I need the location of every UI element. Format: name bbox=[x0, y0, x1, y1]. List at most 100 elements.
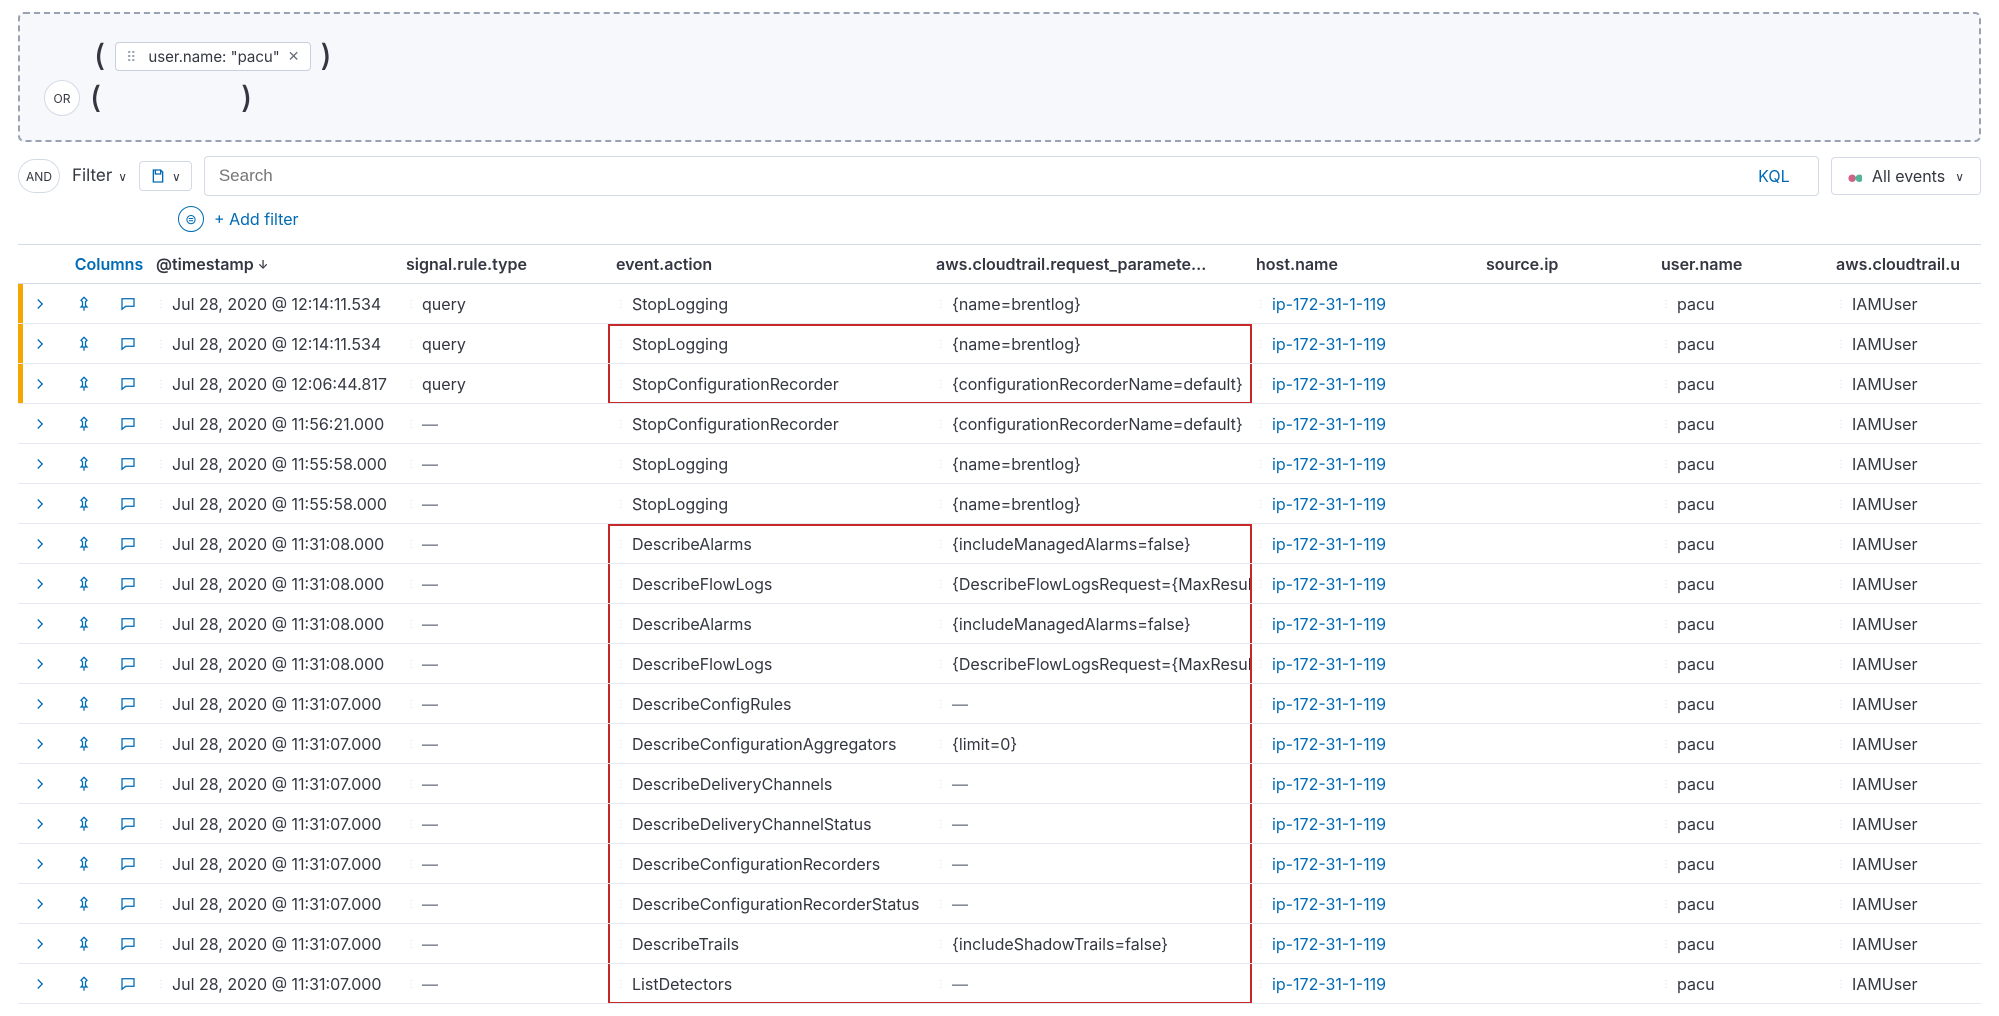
col-signal-rule-type[interactable]: signal.rule.type bbox=[400, 246, 610, 282]
drag-handle-icon[interactable] bbox=[156, 618, 166, 630]
drag-handle-icon[interactable] bbox=[1256, 618, 1266, 630]
drag-handle-icon[interactable] bbox=[616, 458, 626, 470]
drag-handle-icon[interactable] bbox=[406, 698, 416, 710]
drag-handle-icon[interactable] bbox=[156, 498, 166, 510]
and-operator-button[interactable]: AND bbox=[18, 159, 60, 193]
drag-handle-icon[interactable] bbox=[936, 378, 946, 390]
drag-handle-icon[interactable] bbox=[1836, 698, 1846, 710]
pin-icon[interactable] bbox=[75, 375, 93, 393]
expand-row-icon[interactable] bbox=[31, 455, 49, 473]
col-event-action[interactable]: event.action bbox=[610, 246, 930, 282]
note-icon[interactable] bbox=[119, 615, 137, 633]
drag-handle-icon[interactable] bbox=[406, 298, 416, 310]
drag-handle-icon[interactable] bbox=[156, 338, 166, 350]
note-icon[interactable] bbox=[119, 935, 137, 953]
drag-handle-icon[interactable] bbox=[1661, 618, 1671, 630]
drag-handle-icon[interactable] bbox=[1256, 418, 1266, 430]
drag-handle-icon[interactable] bbox=[616, 618, 626, 630]
drag-handle-icon[interactable] bbox=[616, 858, 626, 870]
drag-handle-icon[interactable] bbox=[406, 818, 416, 830]
drag-handle-icon[interactable] bbox=[616, 498, 626, 510]
pin-icon[interactable] bbox=[75, 735, 93, 753]
expand-row-icon[interactable] bbox=[31, 415, 49, 433]
note-icon[interactable] bbox=[119, 895, 137, 913]
drag-handle-icon[interactable] bbox=[1661, 898, 1671, 910]
col-request-params[interactable]: aws.cloudtrail.request_paramete... bbox=[930, 246, 1250, 282]
pin-icon[interactable] bbox=[75, 775, 93, 793]
add-filter-link[interactable]: ⊜ + Add filter bbox=[18, 206, 1981, 232]
note-icon[interactable] bbox=[119, 775, 137, 793]
expand-row-icon[interactable] bbox=[31, 375, 49, 393]
drag-handle-icon[interactable] bbox=[936, 418, 946, 430]
note-icon[interactable] bbox=[119, 655, 137, 673]
drag-handle-icon[interactable] bbox=[1836, 778, 1846, 790]
drag-handle-icon[interactable] bbox=[156, 378, 166, 390]
drag-handle-icon[interactable] bbox=[936, 978, 946, 990]
expand-row-icon[interactable] bbox=[31, 335, 49, 353]
drag-handle-icon[interactable] bbox=[616, 658, 626, 670]
drag-handle-icon[interactable] bbox=[936, 338, 946, 350]
drag-handle-icon[interactable] bbox=[1256, 938, 1266, 950]
drag-handle-icon[interactable] bbox=[936, 578, 946, 590]
drag-handle-icon[interactable] bbox=[936, 938, 946, 950]
pin-icon[interactable] bbox=[75, 935, 93, 953]
drag-handle-icon[interactable] bbox=[1661, 658, 1671, 670]
drag-handle-icon[interactable] bbox=[1836, 658, 1846, 670]
drag-handle-icon[interactable] bbox=[1661, 818, 1671, 830]
drag-handle-icon[interactable] bbox=[156, 538, 166, 550]
drag-handle-icon[interactable] bbox=[156, 858, 166, 870]
expand-row-icon[interactable] bbox=[31, 855, 49, 873]
drag-handle-icon[interactable] bbox=[156, 298, 166, 310]
drag-handle-icon[interactable] bbox=[1836, 298, 1846, 310]
pin-icon[interactable] bbox=[75, 455, 93, 473]
drag-handle-icon[interactable] bbox=[406, 418, 416, 430]
drag-handle-icon[interactable] bbox=[616, 298, 626, 310]
drag-handle-icon[interactable] bbox=[1836, 338, 1846, 350]
col-host-name[interactable]: host.name bbox=[1250, 246, 1480, 282]
pin-icon[interactable] bbox=[75, 855, 93, 873]
drag-handle-icon[interactable] bbox=[616, 938, 626, 950]
drag-handle-icon[interactable] bbox=[1256, 498, 1266, 510]
pin-icon[interactable] bbox=[75, 655, 93, 673]
drag-handle-icon[interactable] bbox=[1836, 418, 1846, 430]
data-view-dropdown[interactable]: All events ∨ bbox=[1831, 157, 1981, 195]
drag-handle-icon[interactable] bbox=[1256, 778, 1266, 790]
expand-row-icon[interactable] bbox=[31, 575, 49, 593]
pin-icon[interactable] bbox=[75, 695, 93, 713]
drag-handle-icon[interactable] bbox=[936, 698, 946, 710]
drag-handle-icon[interactable] bbox=[1836, 538, 1846, 550]
pin-icon[interactable] bbox=[75, 495, 93, 513]
kql-toggle[interactable]: KQL bbox=[1744, 166, 1804, 186]
empty-filter-slot[interactable] bbox=[111, 94, 231, 102]
drag-handle-icon[interactable] bbox=[1661, 578, 1671, 590]
drag-handle-icon[interactable] bbox=[156, 898, 166, 910]
drag-handle-icon[interactable] bbox=[1661, 858, 1671, 870]
drag-handle-icon[interactable] bbox=[1661, 538, 1671, 550]
drag-handle-icon[interactable] bbox=[1256, 538, 1266, 550]
drag-handle-icon[interactable] bbox=[1661, 938, 1671, 950]
expand-row-icon[interactable] bbox=[31, 775, 49, 793]
drag-handle-icon[interactable] bbox=[616, 418, 626, 430]
note-icon[interactable] bbox=[119, 295, 137, 313]
note-icon[interactable] bbox=[119, 415, 137, 433]
drag-handle-icon[interactable] bbox=[1256, 378, 1266, 390]
drag-handle-icon[interactable] bbox=[616, 538, 626, 550]
drag-handle-icon[interactable] bbox=[1256, 858, 1266, 870]
expand-row-icon[interactable] bbox=[31, 295, 49, 313]
drag-handle-icon[interactable] bbox=[1661, 978, 1671, 990]
drag-handle-icon[interactable] bbox=[406, 618, 416, 630]
drag-handle-icon[interactable] bbox=[1836, 818, 1846, 830]
drag-handle-icon[interactable] bbox=[406, 978, 416, 990]
drag-handle-icon[interactable] bbox=[406, 378, 416, 390]
note-icon[interactable] bbox=[119, 375, 137, 393]
note-icon[interactable] bbox=[119, 975, 137, 993]
drag-handle-icon[interactable] bbox=[1836, 578, 1846, 590]
drag-handle-icon[interactable] bbox=[936, 818, 946, 830]
drag-handle-icon[interactable] bbox=[1661, 418, 1671, 430]
drag-handle-icon[interactable] bbox=[936, 658, 946, 670]
drag-handle-icon[interactable] bbox=[1836, 978, 1846, 990]
drag-handle-icon[interactable] bbox=[1661, 338, 1671, 350]
drag-handle-icon[interactable] bbox=[406, 498, 416, 510]
drag-handle-icon[interactable] bbox=[406, 658, 416, 670]
expand-row-icon[interactable] bbox=[31, 535, 49, 553]
